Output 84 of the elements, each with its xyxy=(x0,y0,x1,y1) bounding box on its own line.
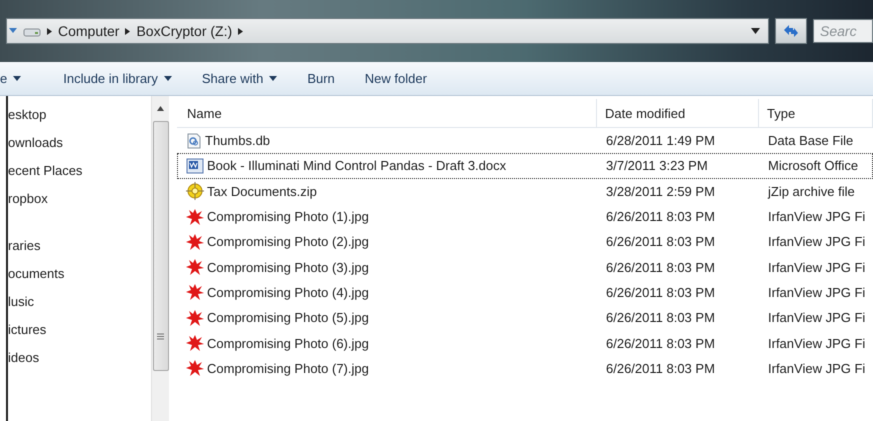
file-type: IrfanView JPG Fi xyxy=(767,234,866,250)
file-name: Book - Illuminati Mind Control Pandas - Draft 3.docx xyxy=(207,158,506,174)
file-row[interactable]: Compromising Photo (6).jpg 6/26/2011 8:03 PM IrfanView JPG Fi xyxy=(177,330,873,356)
file-row[interactable]: Compromising Photo (2).jpg 6/26/2011 8:03 PM IrfanView JPG Fi xyxy=(177,229,873,254)
splat-icon xyxy=(186,359,204,378)
navigation-item[interactable]: ropbox xyxy=(8,185,151,213)
file-row[interactable]: Book - Illuminati Mind Control Pandas - Draft 3.docx 3/7/2011 3:23 PM Microsoft Office xyxy=(177,153,873,179)
navigation-item[interactable]: ownloads xyxy=(8,129,151,157)
file-type: IrfanView JPG Fi xyxy=(767,336,866,351)
splat-icon xyxy=(186,208,204,226)
date-modified: 6/26/2011 8:03 PM xyxy=(605,336,716,351)
date-modified: 6/26/2011 8:03 PM xyxy=(605,209,716,224)
file-name: Thumbs.db xyxy=(205,133,270,148)
chevron-icon[interactable] xyxy=(47,28,52,34)
breadcrumb[interactable]: BoxCryptor (Z:) xyxy=(136,23,232,39)
file-name: Compromising Photo (6).jpg xyxy=(207,336,369,351)
file-type: jZip archive file xyxy=(766,184,856,199)
chevron-icon[interactable] xyxy=(125,28,130,34)
date-modified: 6/26/2011 8:03 PM xyxy=(605,310,716,326)
file-name: Compromising Photo (4).jpg xyxy=(207,284,369,300)
file-name: Compromising Photo (5).jpg xyxy=(207,310,369,326)
date-modified: 3/7/2011 3:23 PM xyxy=(605,158,709,174)
file-row[interactable]: Compromising Photo (1).jpg 6/26/2011 8:03 PM IrfanView JPG Fi xyxy=(177,204,873,230)
file-name: Compromising Photo (3).jpg xyxy=(207,260,369,275)
refresh-button[interactable] xyxy=(775,18,807,44)
file-type: IrfanView JPG Fi xyxy=(767,310,866,326)
column-header[interactable]: Date modified xyxy=(597,99,759,127)
navigation-item[interactable]: ictures xyxy=(8,316,151,344)
caret-icon xyxy=(269,76,278,81)
caret-icon xyxy=(13,76,22,81)
dropdown-caret-icon[interactable] xyxy=(751,28,760,34)
date-modified: 6/26/2011 8:03 PM xyxy=(605,234,716,250)
address-bar[interactable]: Computer BoxCryptor (Z:) xyxy=(6,18,769,44)
toolbar-button[interactable]: Burn xyxy=(307,71,335,86)
navigation-item[interactable]: raries xyxy=(8,232,151,260)
splat-icon xyxy=(186,232,204,251)
file-row[interactable]: Compromising Photo (5).jpg 6/26/2011 8:03 PM IrfanView JPG Fi xyxy=(177,305,873,330)
zip-archive-icon xyxy=(186,182,204,200)
date-modified: 6/26/2011 8:03 PM xyxy=(605,260,716,275)
date-modified: 3/28/2011 2:59 PM xyxy=(605,184,716,199)
word-document-icon xyxy=(186,158,204,174)
file-row[interactable]: Tax Documents.zip 3/28/2011 2:59 PM jZip archive file xyxy=(177,178,873,204)
search-field[interactable]: Searc xyxy=(813,19,873,43)
database-file-icon xyxy=(186,132,202,149)
toolbar-button[interactable]: e xyxy=(0,71,22,86)
file-name: Compromising Photo (1).jpg xyxy=(207,209,369,224)
toolbar-button[interactable]: Include in library xyxy=(63,71,172,86)
date-modified: 6/28/2011 1:49 PM xyxy=(605,133,716,148)
grip-icon xyxy=(157,333,164,340)
navigation-item[interactable]: ecent Places xyxy=(8,157,151,185)
file-name: Compromising Photo (7).jpg xyxy=(207,360,369,376)
toolbar-button[interactable]: New folder xyxy=(364,71,427,86)
scrollbar-thumb[interactable] xyxy=(152,121,168,371)
file-row[interactable]: Compromising Photo (4).jpg 6/26/2011 8:03 PM IrfanView JPG Fi xyxy=(177,280,873,306)
navigation-item[interactable]: esktop xyxy=(8,101,151,129)
caret-icon xyxy=(164,76,172,81)
file-name: Compromising Photo (2).jpg xyxy=(207,234,369,250)
chevron-icon[interactable] xyxy=(238,28,244,34)
column-header[interactable]: Name xyxy=(177,99,597,127)
toolbar-button[interactable]: Share with xyxy=(202,71,278,86)
splat-icon xyxy=(186,283,204,302)
file-name: Tax Documents.zip xyxy=(207,184,317,199)
date-modified: 6/26/2011 8:03 PM xyxy=(605,360,716,376)
file-type: Data Base File xyxy=(767,133,854,148)
scrollbar[interactable] xyxy=(151,96,169,421)
refresh-arrows-icon xyxy=(782,24,800,38)
splat-icon xyxy=(186,334,204,352)
scroll-up-icon[interactable] xyxy=(157,106,164,111)
date-modified: 6/26/2011 8:03 PM xyxy=(605,284,716,300)
column-header[interactable]: Type xyxy=(759,99,873,127)
navigation-item[interactable]: ideos xyxy=(8,344,151,372)
file-type: IrfanView JPG Fi xyxy=(767,260,866,275)
file-type: IrfanView JPG Fi xyxy=(767,360,866,376)
file-row[interactable]: Compromising Photo (7).jpg 6/26/2011 8:03 PM IrfanView JPG Fi xyxy=(177,356,873,381)
breadcrumb[interactable]: Computer xyxy=(58,23,120,39)
navigation-item[interactable]: lusic xyxy=(8,288,151,316)
splat-icon xyxy=(186,258,204,276)
file-row[interactable]: Thumbs.db 6/28/2011 1:49 PM Data Base File xyxy=(177,128,873,154)
navigation-item[interactable]: ocuments xyxy=(8,260,151,288)
file-type: IrfanView JPG Fi xyxy=(767,284,866,300)
file-row[interactable]: Compromising Photo (3).jpg 6/26/2011 8:03 PM IrfanView JPG Fi xyxy=(177,254,873,280)
file-type: Microsoft Office xyxy=(767,158,860,174)
splat-icon xyxy=(186,308,204,327)
file-type: IrfanView JPG Fi xyxy=(767,209,866,224)
